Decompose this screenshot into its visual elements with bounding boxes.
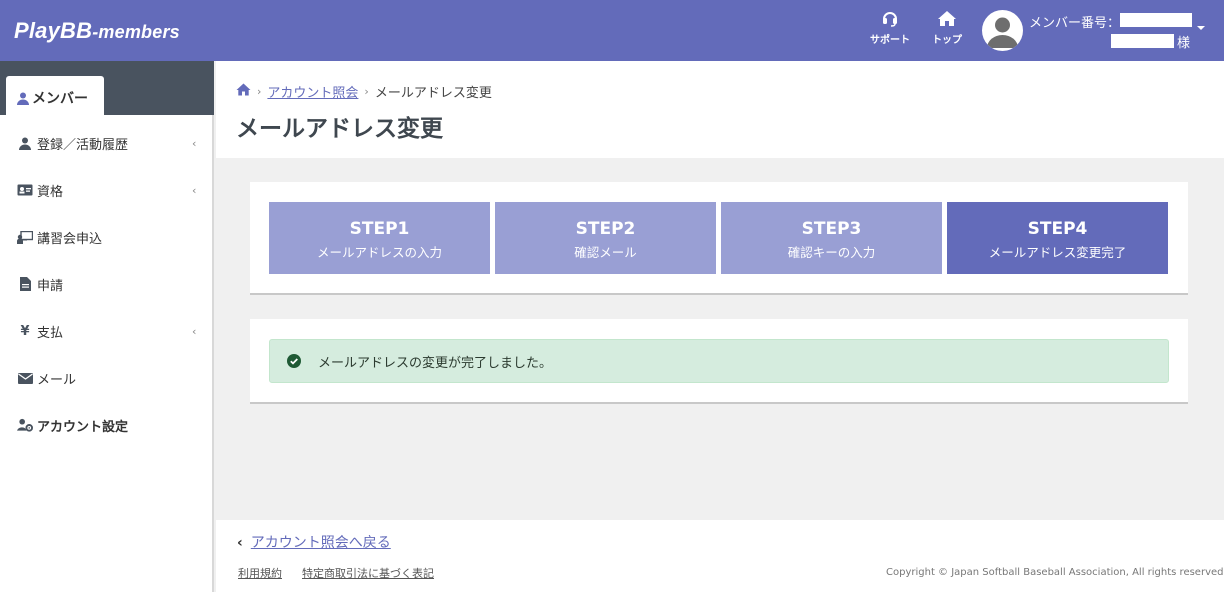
sidebar-item-registration-history[interactable]: 登録／活動履歴 ‹ [0, 123, 212, 163]
app-logo[interactable]: PlayBB-members [14, 18, 180, 44]
step-3: STEP3 確認キーの入力 [721, 202, 942, 274]
check-circle-icon [287, 354, 301, 368]
user-avatar[interactable] [982, 10, 1023, 51]
sidebar-item-course-application[interactable]: 講習会申込 [0, 217, 212, 257]
document-icon [17, 277, 33, 291]
step-title: STEP1 [349, 219, 410, 239]
commerce-law-link[interactable]: 特定商取引法に基づく表記 [302, 565, 434, 581]
sidebar-item-label: 申請 [37, 278, 64, 294]
logo-main-text: PlayBB [14, 18, 93, 43]
steps-card: STEP1 メールアドレスの入力 STEP2 確認メール STEP3 確認キーの… [250, 182, 1188, 295]
step-1: STEP1 メールアドレスの入力 [269, 202, 490, 274]
step-2: STEP2 確認メール [495, 202, 716, 274]
headset-icon [883, 12, 897, 27]
member-number-label: メンバー番号： [1029, 16, 1121, 31]
sidebar-item-qualification[interactable]: 資格 ‹ [0, 170, 212, 210]
breadcrumb: › アカウント照会 › メールアドレス変更 [236, 82, 492, 101]
avatar-icon [987, 17, 1018, 48]
user-icon [17, 92, 29, 105]
back-link-label: アカウント照会へ戻る [250, 535, 391, 551]
step-title: STEP3 [801, 219, 862, 239]
step-subtitle: 確認メール [574, 245, 637, 260]
support-label: サポート [870, 35, 910, 46]
breadcrumb-separator: › [257, 85, 262, 98]
step-4: STEP4 メールアドレス変更完了 [947, 202, 1168, 274]
sidebar-item-application[interactable]: 申請 [0, 264, 212, 304]
step-title: STEP4 [1027, 219, 1088, 239]
sidebar-item-label: 資格 [37, 184, 64, 200]
page-title: メールアドレス変更 [236, 116, 443, 142]
sidebar-item-label: メール [37, 372, 77, 388]
user-icon [17, 137, 33, 150]
top-label: トップ [932, 35, 962, 46]
tab-member[interactable]: メンバー [6, 76, 104, 115]
step-title: STEP2 [575, 219, 636, 239]
chalkboard-teacher-icon [17, 230, 33, 244]
alert-message: メールアドレスの変更が完了しました。 [318, 355, 553, 371]
step-subtitle: メールアドレス変更完了 [988, 245, 1127, 260]
sidebar-item-label: アカウント設定 [37, 419, 129, 435]
yen-icon: ¥ [20, 323, 30, 339]
home-icon [938, 11, 956, 26]
back-to-account-link[interactable]: ‹ アカウント照会へ戻る [237, 532, 391, 552]
member-name-value [1111, 34, 1174, 48]
chevron-left-icon: ‹ [237, 535, 243, 551]
terms-link[interactable]: 利用規約 [238, 565, 282, 581]
sidebar-item-label: 支払 [37, 325, 64, 341]
id-card-icon [17, 184, 33, 196]
user-menu-caret-icon[interactable] [1197, 26, 1205, 30]
user-cog-icon [17, 418, 33, 432]
sidebar-item-account-settings[interactable]: アカウント設定 [0, 405, 212, 445]
copyright-text: Copyright © Japan Softball Baseball Asso… [886, 567, 1224, 578]
success-alert: メールアドレスの変更が完了しました。 [269, 339, 1169, 383]
home-icon[interactable] [236, 83, 251, 100]
content-header: › アカウント照会 › メールアドレス変更 メールアドレス変更 [216, 61, 1224, 158]
sidebar-item-label: 講習会申込 [37, 231, 103, 247]
member-number-value [1120, 13, 1192, 27]
footer: ‹ アカウント照会へ戻る 利用規約 特定商取引法に基づく表記 Copyright … [216, 520, 1224, 592]
breadcrumb-link-account[interactable]: アカウント照会 [267, 82, 358, 101]
logo-sub-text: -members [92, 22, 180, 42]
top-header: PlayBB-members サポート トップ メンバー番号： 様 [0, 0, 1224, 61]
breadcrumb-separator: › [364, 85, 369, 98]
top-button[interactable]: トップ [922, 10, 972, 46]
support-button[interactable]: サポート [865, 10, 915, 46]
sidebar: メンバー 登録／活動履歴 ‹ 資格 ‹ 講習会申込 申請 ¥ 支払 ‹ メール … [0, 61, 214, 592]
chevron-left-icon: ‹ [192, 137, 197, 150]
honorific-label: 様 [1177, 36, 1191, 51]
message-card: メールアドレスの変更が完了しました。 [250, 319, 1188, 404]
sidebar-tab-bar: メンバー [0, 61, 214, 115]
chevron-left-icon: ‹ [192, 184, 197, 197]
step-subtitle: 確認キーの入力 [787, 245, 876, 260]
sidebar-item-mail[interactable]: メール [0, 358, 212, 398]
sidebar-item-label: 登録／活動履歴 [37, 137, 129, 153]
step-subtitle: メールアドレスの入力 [316, 245, 442, 260]
breadcrumb-current: メールアドレス変更 [374, 86, 492, 101]
envelope-icon [17, 372, 33, 384]
sidebar-item-payment[interactable]: ¥ 支払 ‹ [0, 311, 212, 351]
chevron-left-icon: ‹ [192, 325, 197, 338]
tab-member-label: メンバー [32, 91, 88, 107]
